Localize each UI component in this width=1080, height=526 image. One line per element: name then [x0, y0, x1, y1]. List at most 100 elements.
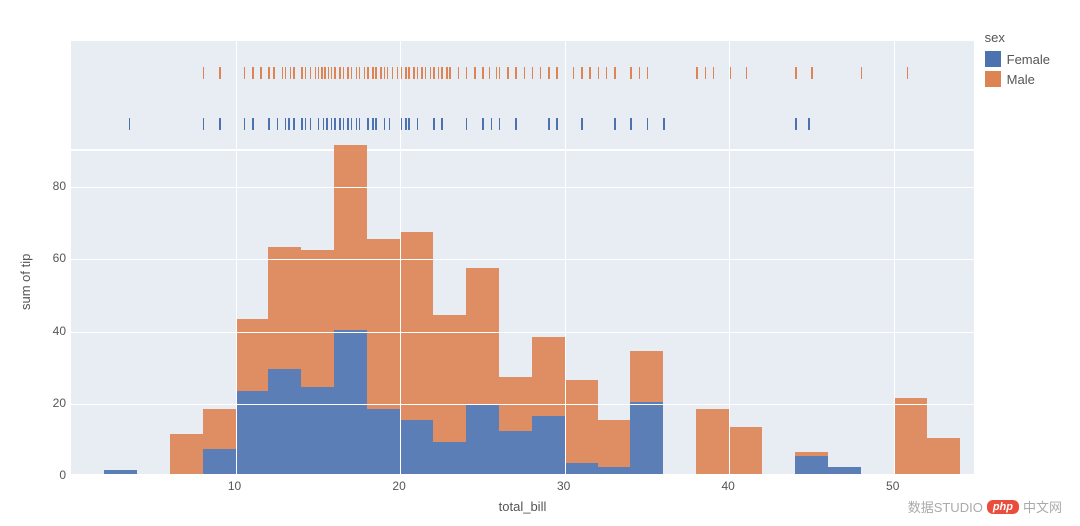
- rug-tick-female: [301, 118, 303, 130]
- rug-tick-male: [746, 67, 748, 79]
- rug-tick-male: [260, 67, 262, 79]
- rug-tick-female: [277, 118, 279, 130]
- rug-tick-male: [647, 67, 649, 79]
- legend-swatch-female: [985, 51, 1001, 67]
- rug-tick-male: [499, 67, 501, 79]
- rug-tick-male: [347, 67, 349, 79]
- bar-male: [795, 452, 828, 456]
- rug-tick-male: [441, 67, 443, 79]
- rug-tick-male: [705, 67, 707, 79]
- rug-tick-male: [573, 67, 575, 79]
- watermark-text2: 中文网: [1023, 497, 1062, 516]
- bar-female: [828, 467, 861, 474]
- y-tick-label: 80: [53, 179, 66, 193]
- rug-tick-male: [446, 67, 448, 79]
- rug-tick-female: [339, 118, 341, 130]
- rug-tick-male: [339, 67, 341, 79]
- rug-tick-female: [375, 118, 377, 130]
- rug-tick-female: [499, 118, 501, 130]
- rug-tick-male: [351, 67, 353, 79]
- rug-tick-female: [318, 118, 320, 130]
- legend-title: sex: [985, 30, 1050, 45]
- rug-tick-female: [293, 118, 295, 130]
- rug-tick-male: [482, 67, 484, 79]
- rug-tick-male: [614, 67, 616, 79]
- y-tick-label: 60: [53, 251, 66, 265]
- rug-tick-male: [438, 67, 440, 79]
- rug-tick-female: [244, 118, 246, 130]
- bar-male: [203, 409, 236, 449]
- bar-female: [499, 431, 532, 474]
- rug-tick-male: [331, 67, 333, 79]
- y-axis: 020406080: [40, 150, 68, 475]
- rug-tick-male: [318, 67, 320, 79]
- rug-tick-male: [203, 67, 205, 79]
- histogram-panel: [70, 150, 975, 475]
- rug-tick-male: [384, 67, 386, 79]
- rug-tick-male: [328, 67, 330, 79]
- bar-female: [433, 442, 466, 475]
- x-tick-label: 50: [886, 479, 899, 493]
- rug-tick-female: [630, 118, 632, 130]
- rug-tick-male: [639, 67, 641, 79]
- bar-male: [927, 438, 960, 474]
- rug-tick-female: [433, 118, 435, 130]
- rug-tick-male: [305, 67, 307, 79]
- rug-tick-male: [380, 67, 382, 79]
- rug-tick-female: [581, 118, 583, 130]
- rug-tick-female: [285, 118, 287, 130]
- rug-tick-male: [417, 67, 419, 79]
- rug-tick-male: [392, 67, 394, 79]
- rug-tick-male: [413, 67, 415, 79]
- rug-tick-male: [598, 67, 600, 79]
- y-tick-label: 40: [53, 324, 66, 338]
- rug-tick-female: [556, 118, 558, 130]
- rug-tick-male: [811, 67, 813, 79]
- rug-tick-male: [589, 67, 591, 79]
- bar-female: [565, 463, 598, 474]
- rug-tick-female: [417, 118, 419, 130]
- rug-tick-male: [532, 67, 534, 79]
- rug-tick-female: [305, 118, 307, 130]
- rug-tick-female: [614, 118, 616, 130]
- rug-tick-male: [367, 67, 369, 79]
- watermark-badge: php: [987, 500, 1019, 514]
- rug-tick-female: [347, 118, 349, 130]
- legend-label-female: Female: [1007, 52, 1050, 67]
- rug-tick-male: [310, 67, 312, 79]
- rug-tick-male: [433, 67, 435, 79]
- rug-tick-female: [389, 118, 391, 130]
- rug-tick-female: [647, 118, 649, 130]
- rug-tick-male: [293, 67, 295, 79]
- rug-tick-male: [219, 67, 221, 79]
- rug-tick-male: [430, 67, 432, 79]
- legend-item-female: Female: [985, 51, 1050, 67]
- x-tick-label: 30: [557, 479, 570, 493]
- rug-tick-female: [548, 118, 550, 130]
- bar-male: [894, 398, 927, 474]
- rug-tick-male: [321, 67, 323, 79]
- rug-tick-male: [795, 67, 797, 79]
- plot-area: [71, 151, 974, 474]
- rug-tick-female: [252, 118, 254, 130]
- rug-tick-male: [405, 67, 407, 79]
- rug-tick-female: [466, 118, 468, 130]
- rug-tick-male: [907, 67, 909, 79]
- rug-tick-male: [540, 67, 542, 79]
- rug-tick-male: [489, 67, 491, 79]
- rug-tick-male: [301, 67, 303, 79]
- rug-tick-female: [331, 118, 333, 130]
- rug-tick-male: [449, 67, 451, 79]
- bar-female: [795, 456, 828, 474]
- bar-female: [301, 387, 334, 474]
- rug-tick-female: [288, 118, 290, 130]
- rug-tick-male: [290, 67, 292, 79]
- rug-tick-female: [663, 118, 665, 130]
- bar-male: [301, 250, 334, 387]
- bar-male: [268, 247, 301, 370]
- rug-tick-female: [367, 118, 369, 130]
- rug-tick-male: [606, 67, 608, 79]
- y-axis-label: sum of tip: [18, 254, 33, 310]
- rug-tick-male: [282, 67, 284, 79]
- rug-tick-female: [351, 118, 353, 130]
